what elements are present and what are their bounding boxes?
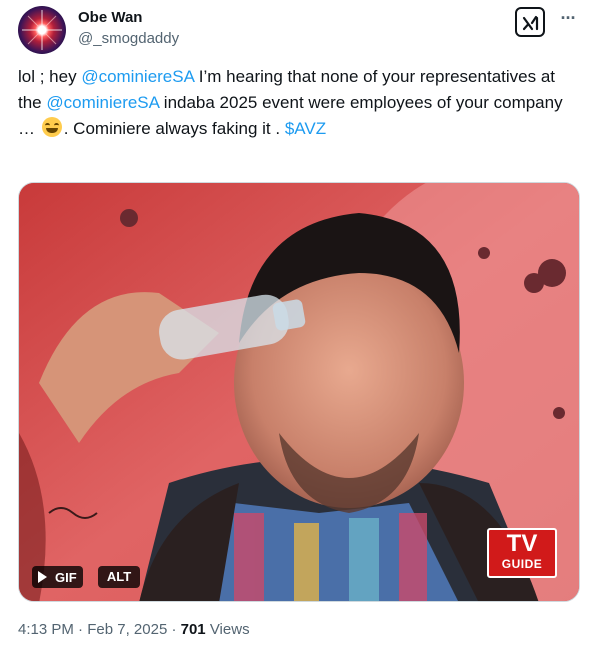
grinning-squinting-face-emoji-icon <box>41 117 62 137</box>
tweet-meta: 4:13 PM · Feb 7, 2025 · 701 Views <box>18 621 250 638</box>
author-display-name[interactable]: Obe Wan <box>78 9 142 26</box>
tv-guide-watermark: TV GUIDE <box>487 528 557 578</box>
post-date-link[interactable]: Feb 7, 2025 <box>87 621 167 638</box>
alt-text-button[interactable]: ALT <box>98 566 140 588</box>
mention-link[interactable]: @cominiereSA <box>46 93 159 112</box>
views-label: Views <box>205 621 250 638</box>
tweet-text-part: lol ; hey <box>18 67 82 86</box>
gif-media[interactable]: GIF ALT TV GUIDE <box>18 182 580 602</box>
gif-label: GIF <box>55 569 77 585</box>
views-count: 701 <box>180 621 206 638</box>
more-options-button[interactable]: ··· <box>556 9 580 31</box>
meta-separator: · <box>73 621 88 638</box>
tweet-card: Obe Wan @_smogdaddy ··· lol ; hey @comin… <box>0 0 598 648</box>
avatar-image <box>22 10 62 50</box>
author-handle[interactable]: @_smogdaddy <box>78 30 179 47</box>
grok-button[interactable] <box>515 7 545 37</box>
meta-separator: · <box>167 621 181 638</box>
tweet-text: lol ; hey @cominiereSA I’m hearing that … <box>18 64 580 142</box>
watermark-line1: TV <box>506 530 538 557</box>
author-avatar[interactable] <box>18 6 66 54</box>
watermark-line2: GUIDE <box>501 557 543 571</box>
cashtag-link[interactable]: $AVZ <box>285 119 326 138</box>
post-time-link[interactable]: 4:13 PM <box>18 621 74 638</box>
gif-play-badge[interactable]: GIF <box>32 566 83 588</box>
play-icon <box>38 571 47 583</box>
tweet-text-part: . Cominiere always faking it . <box>63 119 285 138</box>
grok-icon <box>522 15 539 31</box>
mention-link[interactable]: @cominiereSA <box>81 67 194 86</box>
